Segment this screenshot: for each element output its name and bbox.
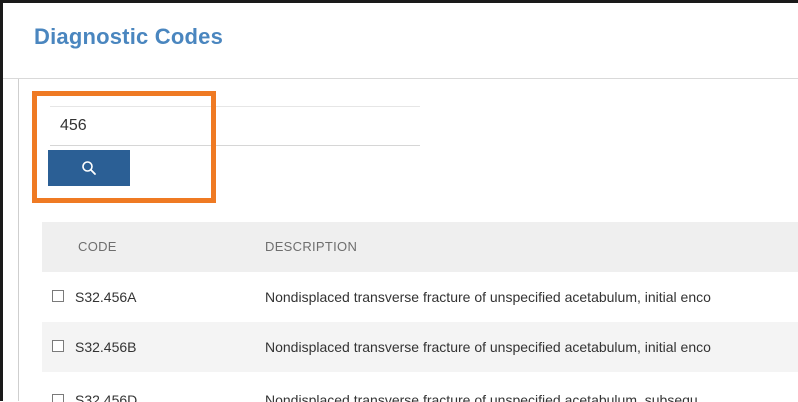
- panel-border: [18, 79, 19, 401]
- row-description: Nondisplaced transverse fracture of unsp…: [265, 339, 711, 355]
- table-row[interactable]: S32.456B Nondisplaced transverse fractur…: [42, 322, 798, 372]
- window-left-border: [0, 0, 3, 401]
- row-checkbox[interactable]: [52, 290, 64, 302]
- window-top-border: [0, 0, 798, 3]
- row-code: S32.456A: [75, 289, 137, 305]
- table-row[interactable]: S32.456A Nondisplaced transverse fractur…: [42, 272, 798, 322]
- table-row[interactable]: S32.456D Nondisplaced transverse fractur…: [42, 372, 798, 402]
- row-code: S32.456B: [75, 339, 137, 355]
- row-description: Nondisplaced transverse fracture of unsp…: [265, 289, 711, 305]
- search-input[interactable]: [50, 106, 420, 146]
- column-header-code[interactable]: CODE: [78, 239, 117, 254]
- column-header-description[interactable]: DESCRIPTION: [265, 239, 357, 254]
- title-divider: [3, 78, 798, 79]
- table-header: CODE DESCRIPTION: [42, 222, 798, 272]
- row-checkbox[interactable]: [52, 340, 64, 352]
- page-title: Diagnostic Codes: [34, 24, 224, 49]
- search-icon: [82, 161, 96, 175]
- search-button[interactable]: [48, 150, 130, 186]
- codes-table: CODE DESCRIPTION S32.456A Nondisplaced t…: [42, 222, 798, 402]
